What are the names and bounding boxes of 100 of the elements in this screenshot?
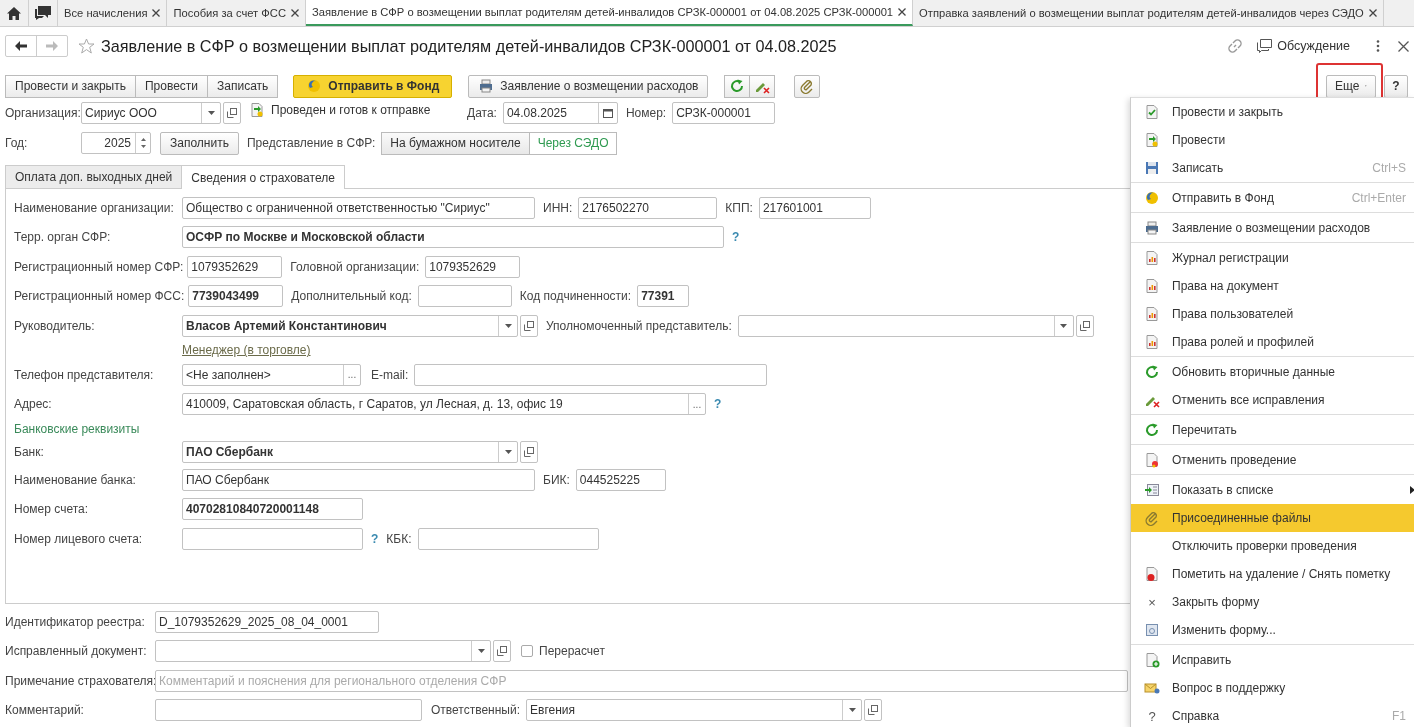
input-field[interactable]: 217601001: [758, 196, 871, 219]
input-field[interactable]: 1079352629: [425, 255, 521, 278]
input-field[interactable]: ОСФР по Москве и Московской области: [182, 226, 724, 249]
cancel-corrections-button[interactable]: [750, 74, 776, 98]
open-button[interactable]: [864, 699, 883, 722]
input-field[interactable]: ПАО Сбербанк: [182, 468, 535, 491]
menu-item[interactable]: Обновить вторичные данные: [1131, 358, 1414, 386]
open-button[interactable]: [223, 102, 241, 124]
position-link[interactable]: Менеджер (в торговле): [182, 343, 311, 358]
menu-item[interactable]: Заявление о возмещении расходов: [1131, 214, 1414, 242]
document-tab[interactable]: Отправка заявлений о возмещении выплат родителям детей-инвалидов через СЭДО: [913, 0, 1384, 26]
toolbar-button[interactable]: Провести: [135, 74, 209, 98]
input-field[interactable]: 2176502270: [578, 196, 718, 219]
combo-field[interactable]: [737, 314, 1074, 337]
back-arrow-icon: [15, 41, 27, 51]
fill-button[interactable]: Заполнить: [160, 131, 239, 155]
more-options-icon[interactable]: [1376, 40, 1380, 52]
menu-item[interactable]: ? Справка F1: [1131, 702, 1414, 727]
menu-item[interactable]: Права пользователей: [1131, 300, 1414, 328]
caret-icon: [207, 111, 215, 115]
input-field[interactable]: <Не заполнен> ...: [182, 363, 361, 386]
send-button[interactable]: Отправить в Фонд: [293, 74, 453, 98]
select-button[interactable]: ...: [688, 394, 705, 415]
form-tab[interactable]: Оплата доп. выходных дней: [5, 165, 183, 188]
toolbar-button[interactable]: Провести и закрыть: [5, 74, 136, 98]
help-link[interactable]: ?: [371, 531, 379, 546]
input-field[interactable]: [417, 527, 599, 550]
open-button[interactable]: [1075, 314, 1094, 337]
input-field[interactable]: СРЗК-000001: [672, 102, 776, 124]
combo-field[interactable]: Евгения: [526, 699, 863, 722]
input-field[interactable]: [155, 699, 422, 722]
menu-item[interactable]: Права на документ: [1131, 272, 1414, 300]
input-field[interactable]: 044525225: [575, 468, 666, 491]
help-link[interactable]: ?: [714, 397, 722, 412]
number-field[interactable]: 2025: [81, 132, 151, 154]
combo-field[interactable]: Власов Артемий Константинович: [182, 314, 518, 337]
menu-item[interactable]: Отключить проверки проведения: [1131, 532, 1414, 560]
caret-icon: [1060, 323, 1068, 328]
input-field[interactable]: 77391: [637, 285, 690, 308]
open-button[interactable]: [493, 640, 511, 663]
help-button[interactable]: ?: [1384, 74, 1408, 98]
input-field[interactable]: [414, 363, 768, 386]
status-text: Проведен и готов к отправке: [271, 103, 431, 117]
menu-item[interactable]: Пометить на удаление / Снять пометку: [1131, 560, 1414, 588]
menu-item[interactable]: Отправить в Фонд Ctrl+Enter: [1131, 184, 1414, 212]
field-label: Дополнительный код:: [291, 289, 412, 304]
menu-item[interactable]: Отменить проведение: [1131, 446, 1414, 474]
field-label: Примечание страхователя:: [5, 673, 155, 688]
open-button[interactable]: [520, 314, 538, 337]
document-tab[interactable]: Заявление в СФР о возмещении выплат родителям детей-инвалидов СРЗК-000001 от 04.08.2025 СРЗК-000001: [306, 0, 914, 26]
toggle-option[interactable]: Через СЭДО: [529, 131, 618, 155]
form-tab[interactable]: Сведения о страхователе: [182, 165, 345, 189]
checkbox[interactable]: [521, 645, 533, 658]
menu-item[interactable]: Исправить: [1131, 646, 1414, 674]
menu-item[interactable]: Перечитать: [1131, 416, 1414, 444]
menu-item[interactable]: Провести и закрыть: [1131, 98, 1414, 126]
toggle-option[interactable]: На бумажном носителе: [381, 131, 530, 155]
toolbar-button[interactable]: Записать: [208, 74, 279, 98]
link-icon[interactable]: [1227, 38, 1244, 54]
star-icon[interactable]: [78, 38, 95, 54]
input-field[interactable]: 410009, Саратовская область, г Саратов, ул Лесная, д. 13, офис 19 ...: [182, 393, 706, 416]
combo-field[interactable]: ПАО Сбербанк: [182, 441, 518, 463]
input-field[interactable]: [417, 285, 512, 308]
more-button[interactable]: Еще: [1326, 74, 1376, 98]
menu-item[interactable]: Отменить все исправления: [1131, 386, 1414, 414]
select-button[interactable]: ...: [343, 364, 360, 385]
input-field[interactable]: [182, 527, 363, 550]
report-icon: [1144, 250, 1160, 266]
print-button[interactable]: Заявление о возмещении расходов: [468, 74, 709, 98]
menu-glyph: ?: [1148, 708, 1156, 724]
document-tab[interactable]: Все начисления: [58, 0, 168, 26]
combo-field[interactable]: [155, 640, 491, 663]
refresh-button[interactable]: [724, 74, 751, 98]
input-field[interactable]: Общество с ограниченной ответственностью "Сириус": [182, 196, 535, 219]
input-field[interactable]: D_1079352629_2025_08_04_0001: [155, 610, 379, 633]
menu-item[interactable]: Вопрос в поддержку: [1131, 674, 1414, 702]
help-link[interactable]: ?: [732, 230, 740, 245]
menu-item[interactable]: Записать Ctrl+S: [1131, 154, 1414, 182]
menu-item[interactable]: Провести: [1131, 126, 1414, 154]
menu-item[interactable]: Изменить форму...: [1131, 616, 1414, 644]
home-icon: [7, 6, 21, 20]
menu-item[interactable]: Показать в списке: [1131, 476, 1414, 504]
attachments-button[interactable]: [794, 74, 821, 98]
combo-field[interactable]: Сириус ООО: [81, 102, 221, 124]
caret-icon: [477, 649, 485, 654]
menu-item[interactable]: Присоединенные файлы: [1131, 504, 1414, 532]
date-field[interactable]: 04.08.2025: [502, 102, 618, 124]
document-tab[interactable]: Пособия за счет ФСС: [167, 0, 306, 26]
discussion-button[interactable]: Обсуждение: [1257, 39, 1350, 53]
menu-item[interactable]: × Закрыть форму: [1131, 588, 1414, 616]
menu-item[interactable]: Журнал регистрации: [1131, 244, 1414, 272]
close-icon[interactable]: [1398, 40, 1409, 52]
field-label: Исправленный документ:: [5, 644, 148, 659]
field-label: Регистрационный номер ФСС:: [14, 289, 185, 304]
input-field[interactable]: 7739043499: [188, 285, 284, 308]
menu-item[interactable]: Права ролей и профилей: [1131, 328, 1414, 356]
input-field[interactable]: 1079352629: [187, 255, 283, 278]
open-button[interactable]: [520, 441, 538, 463]
envelope-icon: [1144, 680, 1160, 696]
input-field[interactable]: 40702810840720001148: [182, 498, 363, 521]
